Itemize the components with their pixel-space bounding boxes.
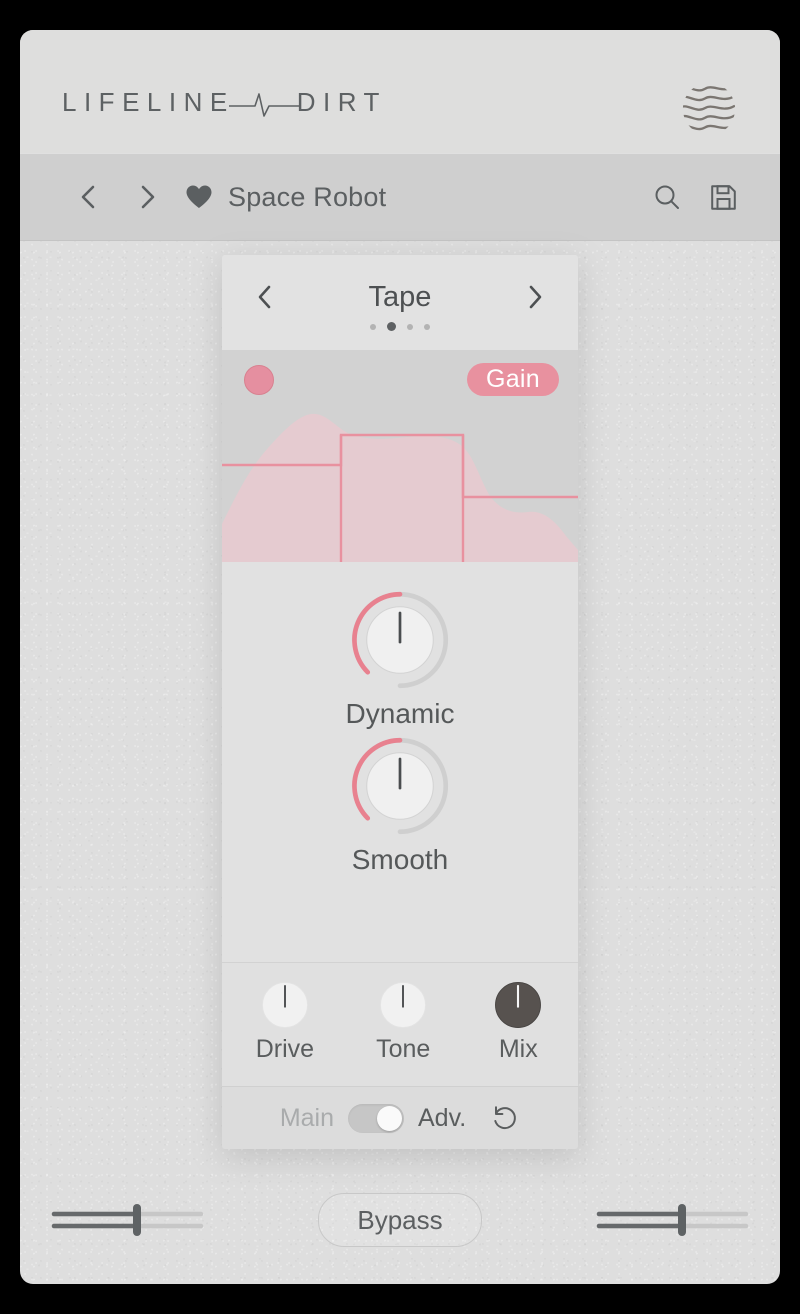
module-page-dot-4[interactable] [424, 323, 430, 330]
heartbeat-icon [228, 93, 301, 117]
brand-word-left: LIFELINE [62, 87, 235, 117]
brand-header: LIFELINE DIRT [20, 30, 780, 153]
module-page-dot-1[interactable] [370, 323, 376, 330]
state-dot-icon[interactable] [244, 365, 274, 395]
mode-label-main[interactable]: Main [280, 1104, 334, 1133]
knob-smooth[interactable]: Smooth [348, 734, 452, 876]
gain-badge[interactable]: Gain [466, 363, 559, 396]
module-footer: Main Adv. [222, 1086, 578, 1149]
preset-search-button[interactable] [652, 182, 682, 212]
brand-word-right: DIRT [296, 87, 387, 117]
search-icon [655, 185, 679, 209]
knob-dynamic[interactable]: Dynamic [345, 588, 455, 730]
chevron-right-icon [529, 285, 542, 309]
chevron-left-icon [258, 285, 271, 309]
knob-label-drive: Drive [255, 1035, 315, 1063]
knob-label-smooth: Smooth [351, 844, 449, 875]
brand-logo: LIFELINE DIRT [62, 80, 387, 124]
reset-icon [494, 1106, 517, 1130]
module-page-dots [370, 322, 430, 331]
knob-dial-mix[interactable] [492, 979, 544, 1031]
module-page-dot-2[interactable] [387, 322, 396, 331]
knob-mix[interactable]: Mix [492, 979, 544, 1064]
preset-bar: Space Robot [20, 153, 780, 241]
chevron-right-icon [141, 185, 155, 209]
preset-next-button[interactable] [128, 177, 168, 217]
sub-knob-section: Drive Tone Mix [222, 962, 578, 1086]
bypass-button[interactable]: Bypass [318, 1193, 482, 1247]
knob-label-dynamic: Dynamic [345, 698, 455, 729]
mode-toggle-knob [377, 1105, 402, 1131]
heart-filled-icon [186, 185, 212, 208]
bottom-bar: Bypass [20, 1190, 780, 1250]
preset-favorite-button[interactable] [182, 180, 216, 214]
knob-label-tone: Tone [376, 1035, 431, 1063]
preset-name[interactable]: Space Robot [228, 182, 386, 213]
module-prev-button[interactable] [248, 280, 282, 314]
module-page-dot-3[interactable] [407, 323, 413, 330]
output-level-slider[interactable] [595, 1199, 750, 1241]
reset-button[interactable] [490, 1103, 520, 1133]
knob-dial-tone[interactable] [377, 979, 429, 1031]
module-title: Tape [368, 280, 432, 313]
plugin-window: LIFELINE DIRT Space Robot Tape Gain Dyna… [20, 30, 780, 1284]
preset-save-button[interactable] [708, 182, 738, 212]
knob-drive[interactable]: Drive [256, 979, 314, 1064]
save-icon [710, 184, 736, 210]
output-level-graphic [596, 1204, 749, 1236]
mode-label-adv[interactable]: Adv. [418, 1104, 466, 1133]
module-panel: Tape Gain Dynamic Smooth Drive Tone Mix … [222, 255, 578, 1149]
module-header: Tape [222, 255, 578, 350]
input-level-slider[interactable] [50, 1199, 205, 1241]
preset-actions [652, 182, 738, 212]
main-knob-section: Dynamic Smooth [222, 562, 578, 962]
module-next-button[interactable] [518, 280, 552, 314]
knob-label-mix: Mix [498, 1035, 538, 1063]
knob-dial-drive[interactable] [259, 979, 311, 1031]
module-visualization[interactable]: Gain [222, 350, 578, 562]
knob-dial-smooth[interactable] [348, 734, 452, 838]
wave-circle-icon [682, 85, 736, 131]
module-header-row: Tape [222, 280, 578, 314]
preset-prev-button[interactable] [68, 177, 108, 217]
chevron-left-icon [81, 185, 95, 209]
knob-dial-dynamic[interactable] [348, 588, 452, 692]
mode-toggle-switch[interactable] [348, 1103, 404, 1133]
input-level-graphic [51, 1204, 204, 1236]
knob-tone[interactable]: Tone [376, 979, 430, 1064]
